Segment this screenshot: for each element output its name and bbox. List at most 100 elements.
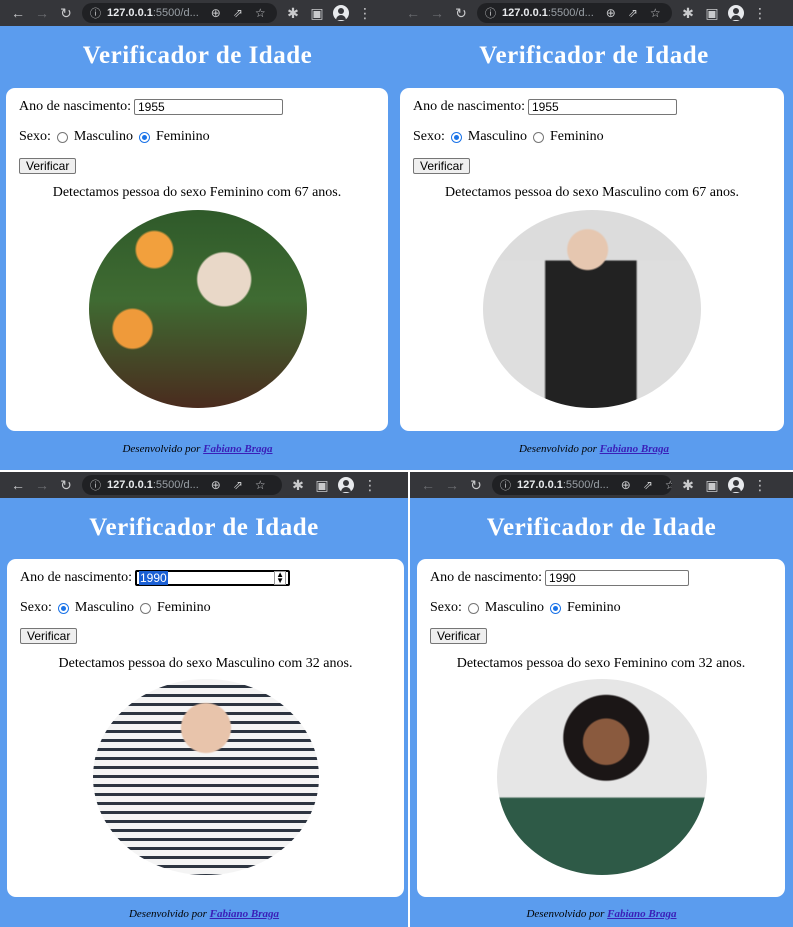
female-radio[interactable] — [139, 131, 150, 143]
footer-prefix: Desenvolvido por — [526, 908, 605, 920]
menu-icon[interactable]: ⋮ — [358, 472, 382, 498]
star-icon[interactable]: ☆ — [650, 6, 661, 20]
menu-icon[interactable]: ⋮ — [353, 0, 377, 26]
browser-toolbar: ← → ↻ ⓘ 127.0.0.1:5500/d... ⊕ ⇗ ☆ ✱ ▣ ⋮ — [0, 0, 395, 26]
verify-button[interactable]: Verificar — [413, 158, 471, 174]
year-input[interactable]: 1990 ▲ ▼ — [134, 570, 290, 586]
info-icon[interactable]: ⓘ — [500, 477, 511, 493]
form-card: Ano de nascimento: 1955 Sexo: Masculino … — [6, 88, 388, 431]
info-icon[interactable]: ⓘ — [90, 477, 101, 493]
author-link[interactable]: Fabiano Braga — [210, 908, 279, 920]
back-arrow-icon[interactable]: ← — [401, 0, 425, 26]
author-link[interactable]: Fabiano Braga — [203, 443, 272, 455]
share-icon[interactable]: ⇗ — [643, 478, 653, 492]
male-radio[interactable] — [467, 602, 479, 614]
zoom-icon[interactable]: ⊕ — [211, 478, 221, 492]
back-arrow-icon[interactable]: ← — [416, 472, 440, 498]
forward-arrow-icon[interactable]: → — [425, 0, 449, 26]
year-label: Ano de nascimento: — [413, 99, 525, 114]
profile-icon[interactable] — [728, 477, 744, 493]
sidepanel-icon[interactable]: ▣ — [700, 472, 724, 498]
address-bar[interactable]: ⓘ 127.0.0.1:5500/d... ⊕ ⇗ ☆ — [492, 475, 672, 495]
profile-icon[interactable] — [728, 5, 744, 21]
sex-label: Sexo: — [430, 600, 462, 615]
female-radio[interactable] — [550, 602, 561, 614]
reload-icon[interactable]: ↻ — [54, 0, 78, 26]
footer-prefix: Desenvolvido por — [128, 908, 207, 920]
male-label: Masculino — [484, 600, 544, 615]
address-bar[interactable]: ⓘ 127.0.0.1:5500/d... ⊕ ⇗ ☆ — [477, 3, 672, 23]
address-bar[interactable]: ⓘ 127.0.0.1:5500/d... ⊕ ⇗ ☆ — [82, 475, 282, 495]
url-path: :5500/d... — [562, 479, 609, 491]
footer: Desenvolvido por Fabiano Braga — [0, 443, 395, 455]
year-row: Ano de nascimento: 1990 — [430, 570, 689, 586]
back-arrow-icon[interactable]: ← — [6, 472, 30, 498]
reload-icon[interactable]: ↻ — [464, 472, 488, 498]
sidepanel-icon[interactable]: ▣ — [700, 0, 724, 26]
verify-button[interactable]: Verificar — [20, 628, 78, 644]
year-input[interactable]: 1990 — [544, 570, 689, 586]
address-bar[interactable]: ⓘ 127.0.0.1:5500/d... ⊕ ⇗ ☆ — [82, 3, 277, 23]
extensions-icon[interactable]: ✱ — [676, 0, 700, 26]
browser-window-3: ← → ↻ ⓘ 127.0.0.1:5500/d... ⊕ ⇗ ☆ ✱ ▣ ⋮ … — [0, 472, 408, 927]
forward-arrow-icon[interactable]: → — [440, 472, 464, 498]
female-radio[interactable] — [140, 602, 151, 614]
browser-window-1: ← → ↻ ⓘ 127.0.0.1:5500/d... ⊕ ⇗ ☆ ✱ ▣ ⋮ … — [0, 0, 395, 470]
info-icon[interactable]: ⓘ — [90, 5, 101, 21]
reload-icon[interactable]: ↻ — [54, 472, 78, 498]
forward-arrow-icon[interactable]: → — [30, 472, 54, 498]
author-link[interactable]: Fabiano Braga — [600, 443, 669, 455]
share-icon[interactable]: ⇗ — [233, 478, 243, 492]
url-path: :5500/d... — [152, 479, 199, 491]
reload-icon[interactable]: ↻ — [449, 0, 473, 26]
male-radio[interactable] — [57, 602, 69, 614]
verify-button[interactable]: Verificar — [430, 628, 488, 644]
sidepanel-icon[interactable]: ▣ — [310, 472, 334, 498]
footer-prefix: Desenvolvido por — [518, 443, 597, 455]
extensions-icon[interactable]: ✱ — [676, 472, 700, 498]
menu-icon[interactable]: ⋮ — [748, 472, 772, 498]
elderly-woman-photo — [89, 210, 307, 408]
extensions-icon[interactable]: ✱ — [281, 0, 305, 26]
page-title: Verificador de Idade — [486, 514, 717, 541]
year-input-value: 1990 — [138, 571, 168, 585]
male-radio[interactable] — [56, 131, 68, 143]
female-radio[interactable] — [533, 131, 544, 143]
page-title: Verificador de Idade — [89, 514, 319, 541]
share-icon[interactable]: ⇗ — [233, 6, 243, 20]
info-icon[interactable]: ⓘ — [485, 5, 496, 21]
url-host: 127.0.0.1 — [517, 479, 563, 491]
extensions-icon[interactable]: ✱ — [286, 472, 310, 498]
male-label: Masculino — [467, 129, 527, 144]
browser-window-2: ← → ↻ ⓘ 127.0.0.1:5500/d... ⊕ ⇗ ☆ ✱ ▣ ⋮ … — [395, 0, 793, 470]
young-man-photo — [93, 679, 319, 875]
year-input[interactable]: 1955 — [527, 99, 677, 115]
male-radio[interactable] — [450, 131, 462, 143]
share-icon[interactable]: ⇗ — [628, 6, 638, 20]
sidepanel-icon[interactable]: ▣ — [305, 0, 329, 26]
verify-button[interactable]: Verificar — [19, 158, 77, 174]
star-icon[interactable]: ☆ — [255, 6, 266, 20]
zoom-icon[interactable]: ⊕ — [606, 6, 616, 20]
sex-row: Sexo: Masculino Feminino — [430, 600, 621, 616]
year-row: Ano de nascimento: 1955 — [413, 99, 677, 115]
female-label: Feminino — [567, 600, 621, 615]
star-icon[interactable]: ☆ — [255, 478, 266, 492]
back-arrow-icon[interactable]: ← — [6, 0, 30, 26]
sex-label: Sexo: — [20, 600, 52, 615]
menu-icon[interactable]: ⋮ — [748, 0, 772, 26]
profile-icon[interactable] — [338, 477, 354, 493]
year-label: Ano de nascimento: — [19, 99, 131, 114]
sex-row: Sexo: Masculino Feminino — [20, 600, 211, 616]
year-input[interactable]: 1955 — [133, 99, 283, 115]
form-card: Ano de nascimento: 1955 Sexo: Masculino … — [400, 88, 784, 431]
stepper-icon[interactable]: ▲ ▼ — [274, 571, 286, 585]
author-link[interactable]: Fabiano Braga — [607, 908, 676, 920]
forward-arrow-icon[interactable]: → — [30, 0, 54, 26]
profile-icon[interactable] — [333, 5, 349, 21]
footer: Desenvolvido por Fabiano Braga — [0, 908, 408, 920]
star-icon[interactable]: ☆ — [665, 478, 672, 492]
elderly-man-photo — [483, 210, 701, 408]
zoom-icon[interactable]: ⊕ — [621, 478, 631, 492]
zoom-icon[interactable]: ⊕ — [211, 6, 221, 20]
